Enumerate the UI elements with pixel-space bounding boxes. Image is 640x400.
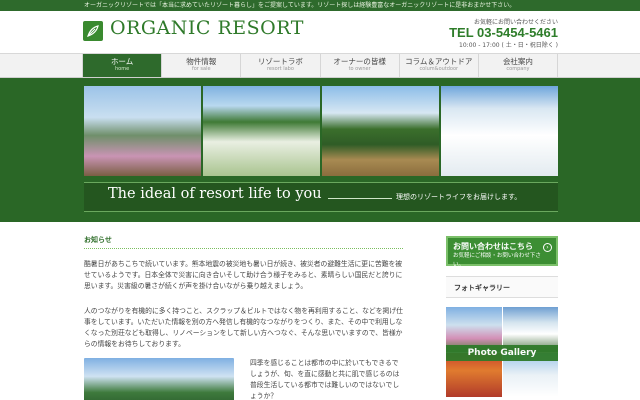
- site-logo-text[interactable]: ORGANIC RESORT: [110, 17, 304, 39]
- nav-sublabel: colum&outdoor: [419, 66, 459, 72]
- news-paragraph-1: 酷暑日があちこちで続いています。熊本地震の被災地も暑い日が続き、被災者の避難生活…: [84, 260, 403, 290]
- sidebar: お問い合わせはこちら お気軽にご相談・お問い合わせ下さい。 › フォトギャラリー…: [446, 236, 558, 397]
- news-title: お知らせ: [84, 235, 403, 249]
- contact-button-subtitle: お気軽にご相談・お問い合わせ下さい。: [453, 253, 541, 268]
- nav-item-resort-labo[interactable]: リゾートラボ resort labo: [241, 54, 321, 77]
- nav-sublabel: company: [506, 66, 530, 72]
- announcement-text: オーガニックリゾートでは「本当に求めていたリゾート暮らし」をご提案しています。リ…: [84, 2, 516, 9]
- nav-sublabel: home: [114, 66, 130, 72]
- hero-photo-farmland: [322, 86, 439, 176]
- nav-item-home[interactable]: ホーム home: [82, 54, 163, 77]
- global-navigation: ホーム home 物件情報 for sale リゾートラボ resort lab…: [0, 53, 640, 78]
- news-section: お知らせ 酷暑日があちこちで続いています。熊本地震の被災地も暑い日が続き、被災者…: [84, 235, 404, 400]
- chevron-right-icon: ›: [543, 243, 552, 252]
- nav-item-to-owner[interactable]: オーナーの皆様 to owner: [321, 54, 400, 77]
- leaf-logo-icon[interactable]: [83, 21, 103, 41]
- phone-number[interactable]: TEL 03-5454-5461: [449, 26, 558, 40]
- photo-gallery-link[interactable]: Photo Gallery: [446, 307, 558, 397]
- site-header: ORGANIC RESORT お気軽にお問い合わせください TEL 03-545…: [0, 11, 640, 53]
- news-photo: [84, 358, 234, 400]
- header-contact: お気軽にお問い合わせください TEL 03-5454-5461 10:00 - …: [449, 17, 558, 49]
- nav-label: リゾートラボ: [257, 57, 303, 66]
- nav-label: オーナーの皆様: [333, 57, 386, 66]
- nav-item-company[interactable]: 会社案内 company: [479, 54, 559, 77]
- nav-sublabel: to owner: [348, 66, 371, 72]
- contact-button-title: お問い合わせはこちら: [453, 242, 533, 251]
- top-announcement-bar: オーガニックリゾートでは「本当に求めていたリゾート暮らし」をご提案しています。リ…: [0, 0, 640, 11]
- nav-item-column-outdoor[interactable]: コラム＆アウトドア colum&outdoor: [400, 54, 479, 77]
- tagline-divider: [328, 198, 392, 199]
- hero-photo-mountain-blossoms: [84, 86, 201, 176]
- nav-sublabel: resort labo: [266, 66, 294, 72]
- hero-photo-snow-forest: [441, 86, 558, 176]
- hero-banner: The ideal of resort life to you 理想のリゾートラ…: [0, 78, 640, 222]
- nav-label: ホーム: [110, 57, 134, 66]
- business-hours: 10:00 - 17:00 ( 土・日・祝日除く ): [459, 42, 558, 49]
- nav-label: コラム＆アウトドア: [405, 57, 473, 66]
- gallery-label: Photo Gallery: [446, 345, 558, 361]
- news-paragraph-2: 人のつながりを有機的に多く持つこと、スクラップ＆ビルトではなく物を再利用すること…: [84, 307, 403, 348]
- nav-sublabel: for sale: [191, 66, 211, 72]
- news-paragraph-3: 四季を感じることは都市の中に於いてもできるでしょうが、旬、を直に感動と共に肌で感…: [250, 359, 400, 400]
- nav-label: 会社案内: [502, 57, 533, 66]
- nav-label: 物件情報: [186, 57, 217, 66]
- contact-button[interactable]: お問い合わせはこちら お気軽にご相談・お問い合わせ下さい。 ›: [446, 236, 558, 268]
- hero-tagline-jp: 理想のリゾートライフをお届けします。: [396, 193, 522, 201]
- hero-tagline-bar: The ideal of resort life to you 理想のリゾートラ…: [84, 182, 558, 212]
- nav-item-for-sale[interactable]: 物件情報 for sale: [162, 54, 242, 77]
- gallery-heading: フォトギャラリー: [446, 276, 558, 298]
- hero-photo-strip: [84, 86, 558, 176]
- hero-photo-flower-field: [203, 86, 320, 176]
- hero-tagline: The ideal of resort life to you: [108, 186, 322, 202]
